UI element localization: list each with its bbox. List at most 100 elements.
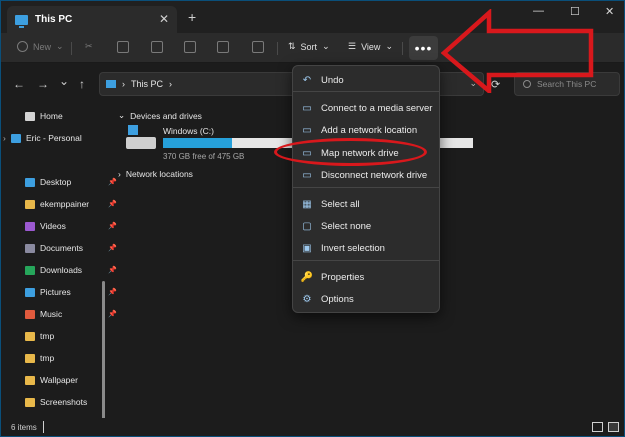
drive-windows-c[interactable]: Windows (C:) 370 GB free of 475 GB	[126, 125, 473, 161]
desktop-icon	[25, 177, 35, 187]
view-icon: ☰	[348, 41, 357, 51]
file-explorer-window: This PC ✕ + — ☐ ✕ New ⌄ ✂ ⇅ Sort ⌄ ☰ Vie…	[0, 0, 625, 437]
videos-icon	[25, 221, 35, 231]
folder-icon	[25, 353, 35, 363]
sidebar-item[interactable]: Home	[25, 107, 125, 125]
sidebar-item-label: tmp	[40, 353, 55, 363]
disconnect-drive-icon: ▭	[302, 169, 312, 181]
sidebar-item[interactable]: Desktop 📌	[25, 173, 125, 191]
item-count: 6 items	[11, 423, 37, 432]
annotation-ellipse	[274, 138, 427, 166]
sidebar-item-label: tmp	[40, 331, 55, 341]
sidebar-item-label: Eric - Personal	[26, 133, 82, 143]
view-label: View	[361, 41, 381, 52]
forward-button[interactable]: →	[37, 77, 49, 91]
plus-circle-icon	[17, 41, 28, 52]
share-icon	[217, 41, 229, 53]
menu-item-undo[interactable]: ↶ Undo	[293, 70, 439, 90]
sidebar-item[interactable]: ekemppainer 📌	[25, 195, 125, 213]
sidebar-item-label: Screenshots	[40, 397, 88, 407]
tab-this-pc[interactable]: This PC ✕	[7, 6, 177, 33]
navigation-pane: Home › Eric - Personal Desktop 📌 ekemppainer 📌…	[1, 105, 117, 436]
sidebar-item[interactable]: Videos 📌	[25, 217, 125, 235]
sidebar-item[interactable]: Pictures 📌	[25, 283, 125, 301]
documents-icon	[25, 243, 35, 253]
undo-icon: ↶	[302, 74, 312, 86]
tab-label: This PC	[35, 14, 73, 25]
up-button[interactable]: ↑	[79, 77, 85, 91]
menu-item-disconnect-network-drive[interactable]: ▭ Disconnect network drive	[293, 165, 439, 185]
toolbar-divider	[277, 42, 278, 55]
menu-item-label: Connect to a media server	[321, 102, 433, 114]
back-button[interactable]: ←	[13, 77, 25, 91]
sidebar-item-label: Home	[40, 111, 63, 121]
onedrive-icon	[11, 133, 21, 143]
invert-selection-icon: ▣	[302, 242, 312, 254]
sidebar-item[interactable]: Music 📌	[25, 305, 125, 323]
music-icon	[25, 309, 35, 319]
drive-usage-fill	[163, 138, 232, 148]
menu-item-connect-to-a-media-server[interactable]: ▭ Connect to a media server	[293, 98, 439, 118]
cut-button[interactable]: ✂	[85, 41, 93, 52]
breadcrumb-separator: ›	[122, 79, 125, 89]
menu-item-options[interactable]: ⚙ Options	[293, 289, 439, 309]
menu-item-label: Select none	[321, 220, 372, 232]
paste-icon	[151, 41, 163, 53]
new-tab-button[interactable]: +	[188, 9, 196, 25]
chevron-right-icon[interactable]: ›	[3, 133, 6, 143]
sort-button[interactable]: ⇅ Sort ⌄	[288, 41, 330, 52]
menu-separator	[293, 91, 439, 92]
sidebar-item[interactable]: Downloads 📌	[25, 261, 125, 279]
menu-item-invert-selection[interactable]: ▣ Invert selection	[293, 238, 439, 258]
see-more-button[interactable]: •••	[409, 36, 438, 60]
sort-icon: ⇅	[288, 41, 296, 51]
annotation-arrow	[441, 9, 594, 93]
view-button[interactable]: ☰ View ⌄	[348, 41, 393, 52]
sidebar-item-label: Wallpaper	[40, 375, 78, 385]
sidebar-item-label: Music	[40, 309, 63, 319]
share-button[interactable]	[217, 41, 229, 53]
menu-item-select-all[interactable]: ▦ Select all	[293, 194, 439, 214]
chevron-down-icon: ⌄	[322, 41, 330, 51]
copy-button[interactable]	[117, 41, 129, 53]
menu-item-properties[interactable]: 🔑 Properties	[293, 267, 439, 287]
sidebar-item[interactable]: tmp	[25, 327, 125, 345]
rename-button[interactable]	[184, 41, 196, 53]
folder-icon	[25, 331, 35, 341]
close-tab-icon[interactable]: ✕	[159, 12, 169, 26]
see-more-menu: ↶ Undo ▭ Connect to a media server ▭ Add a ne…	[292, 65, 440, 313]
menu-item-label: Undo	[321, 74, 344, 86]
sidebar-item[interactable]: Screenshots	[25, 393, 125, 411]
tiles-view-icon[interactable]	[608, 422, 619, 432]
properties-icon: 🔑	[300, 271, 314, 283]
paste-button[interactable]	[151, 41, 163, 53]
menu-item-label: Invert selection	[321, 242, 385, 254]
drive-icon	[126, 125, 156, 151]
toolbar-divider	[402, 42, 403, 55]
sidebar-item[interactable]: tmp	[25, 349, 125, 367]
chevron-right-icon: ›	[118, 169, 121, 179]
new-button[interactable]: New ⌄	[17, 41, 64, 52]
menu-item-add-a-network-location[interactable]: ▭ Add a network location	[293, 120, 439, 140]
details-view-icon[interactable]	[592, 422, 603, 432]
media-server-icon: ▭	[302, 102, 312, 114]
breadcrumb-separator: ›	[169, 79, 173, 89]
sidebar-item[interactable]: Documents 📌	[25, 239, 125, 257]
network-section-header[interactable]: › Network locations	[118, 169, 193, 179]
sidebar-item-label: Documents	[40, 243, 83, 253]
breadcrumb-this-pc[interactable]: This PC	[131, 79, 163, 89]
trash-icon	[252, 41, 264, 53]
chevron-down-icon: ⌄	[385, 41, 393, 51]
select-all-icon: ▦	[302, 198, 312, 210]
sort-label: Sort	[300, 41, 318, 52]
delete-button[interactable]	[252, 41, 264, 53]
status-divider	[43, 421, 44, 433]
devices-section-header[interactable]: ⌄ Devices and drives	[118, 110, 202, 121]
menu-item-select-none[interactable]: ▢ Select none	[293, 216, 439, 236]
sidebar-item[interactable]: Wallpaper	[25, 371, 125, 389]
drive-body	[126, 137, 156, 149]
pictures-icon	[25, 287, 35, 297]
sidebar-item[interactable]: › Eric - Personal	[3, 129, 111, 147]
recent-locations-button[interactable]: ⌄	[59, 74, 69, 88]
folder-icon	[25, 397, 35, 407]
